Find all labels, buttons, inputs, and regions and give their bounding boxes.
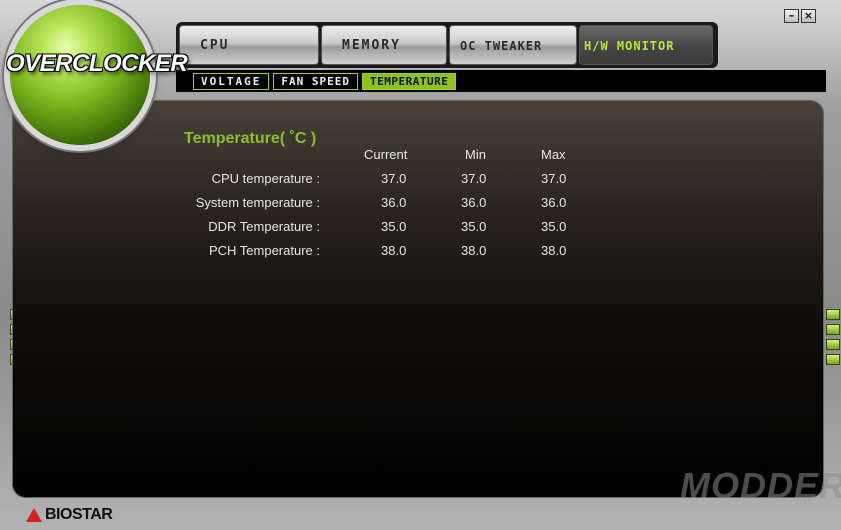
right-side-button-2[interactable] [826, 324, 840, 335]
right-side-button-3[interactable] [826, 339, 840, 350]
row-label-ddr-temperature: DDR Temperature : [208, 219, 320, 234]
right-side-button-1[interactable] [826, 309, 840, 320]
content-panel [12, 100, 824, 498]
main-tab-bar: CPU MEMORY OC TWEAKER H/W MONITOR [176, 22, 718, 68]
column-header-max: Max [541, 147, 566, 162]
system-temperature-min: 36.0 [461, 195, 487, 210]
system-temperature-max: 36.0 [541, 195, 567, 210]
column-header-min: Min [465, 147, 486, 162]
biostar-logo-icon [26, 508, 42, 522]
row-label-cpu-temperature: CPU temperature : [211, 171, 320, 186]
tab-hw-monitor[interactable]: H/W MONITOR [579, 25, 713, 65]
modders-inc-watermark-sub: INC [796, 496, 817, 507]
close-button[interactable]: × [801, 9, 816, 23]
right-side-button-4[interactable] [826, 354, 840, 365]
tab-cpu[interactable]: CPU [179, 25, 319, 65]
cpu-temperature-current: 37.0 [381, 171, 407, 186]
ddr-temperature-max: 35.0 [541, 219, 567, 234]
ddr-temperature-min: 35.0 [461, 219, 487, 234]
biostar-brand: BIOSTAR [26, 506, 113, 524]
tab-oc-tweaker[interactable]: OC TWEAKER [449, 25, 577, 65]
temperature-section-title: Temperature( ˚C ) [184, 130, 317, 147]
pch-temperature-current: 38.0 [381, 243, 407, 258]
cpu-temperature-max: 37.0 [541, 171, 567, 186]
biostar-brand-text: BIOSTAR [45, 506, 113, 523]
subtab-temperature[interactable]: TEMPERATURE [361, 72, 457, 90]
pch-temperature-max: 38.0 [541, 243, 567, 258]
modders-inc-watermark: MODDERS [680, 465, 841, 506]
subtab-fan-speed[interactable]: FAN SPEED [273, 72, 358, 90]
system-temperature-current: 36.0 [381, 195, 407, 210]
row-label-pch-temperature: PCH Temperature : [208, 243, 320, 258]
pch-temperature-min: 38.0 [461, 243, 487, 258]
app-logo-text: OVERCLOCKER [6, 50, 188, 77]
subtab-voltage[interactable]: VOLTAGE [193, 72, 270, 90]
ddr-temperature-current: 35.0 [381, 219, 407, 234]
minimize-button[interactable]: – [784, 9, 799, 23]
sub-tab-bar: VOLTAGE FAN SPEED TEMPERATURE [176, 70, 826, 92]
column-header-current: Current [364, 147, 408, 162]
app-window: – × OVERCLOCKER CPU MEMORY OC TWEAKER H/… [0, 0, 841, 530]
tab-memory[interactable]: MEMORY [321, 25, 447, 65]
row-label-system-temperature: System temperature : [195, 195, 320, 210]
cpu-temperature-min: 37.0 [461, 171, 487, 186]
